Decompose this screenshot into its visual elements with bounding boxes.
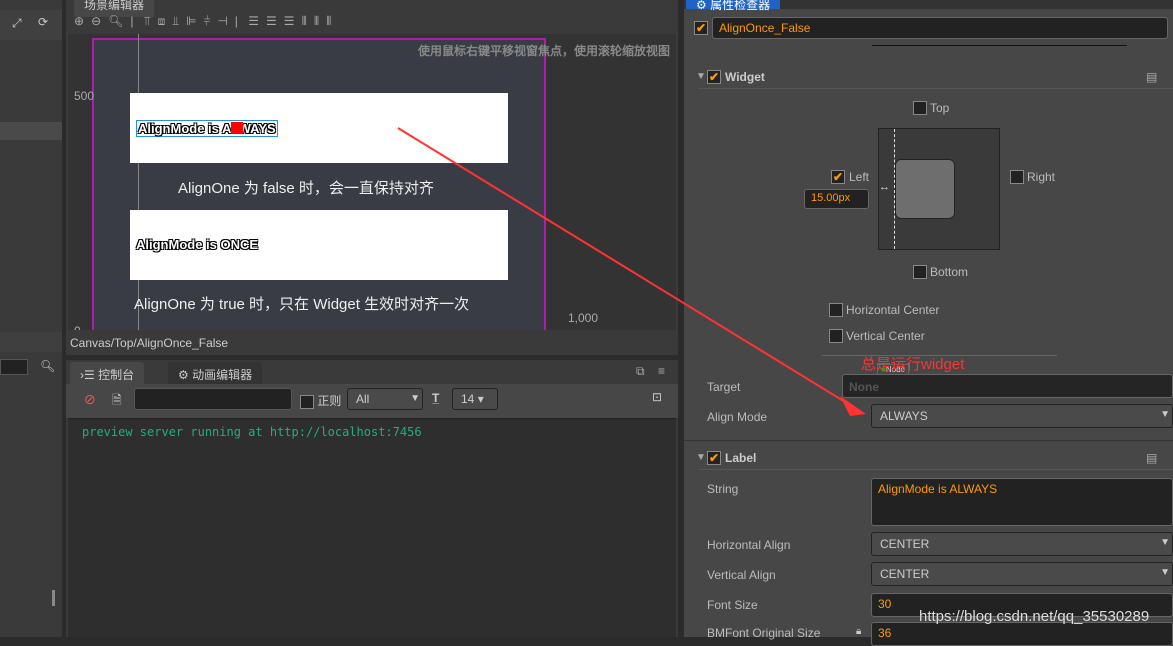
watermark: https://blog.csdn.net/qq_35530289 [919,608,1150,625]
annotation-text: 总是运行widget [861,356,965,373]
annotation-arrow [397,127,866,416]
